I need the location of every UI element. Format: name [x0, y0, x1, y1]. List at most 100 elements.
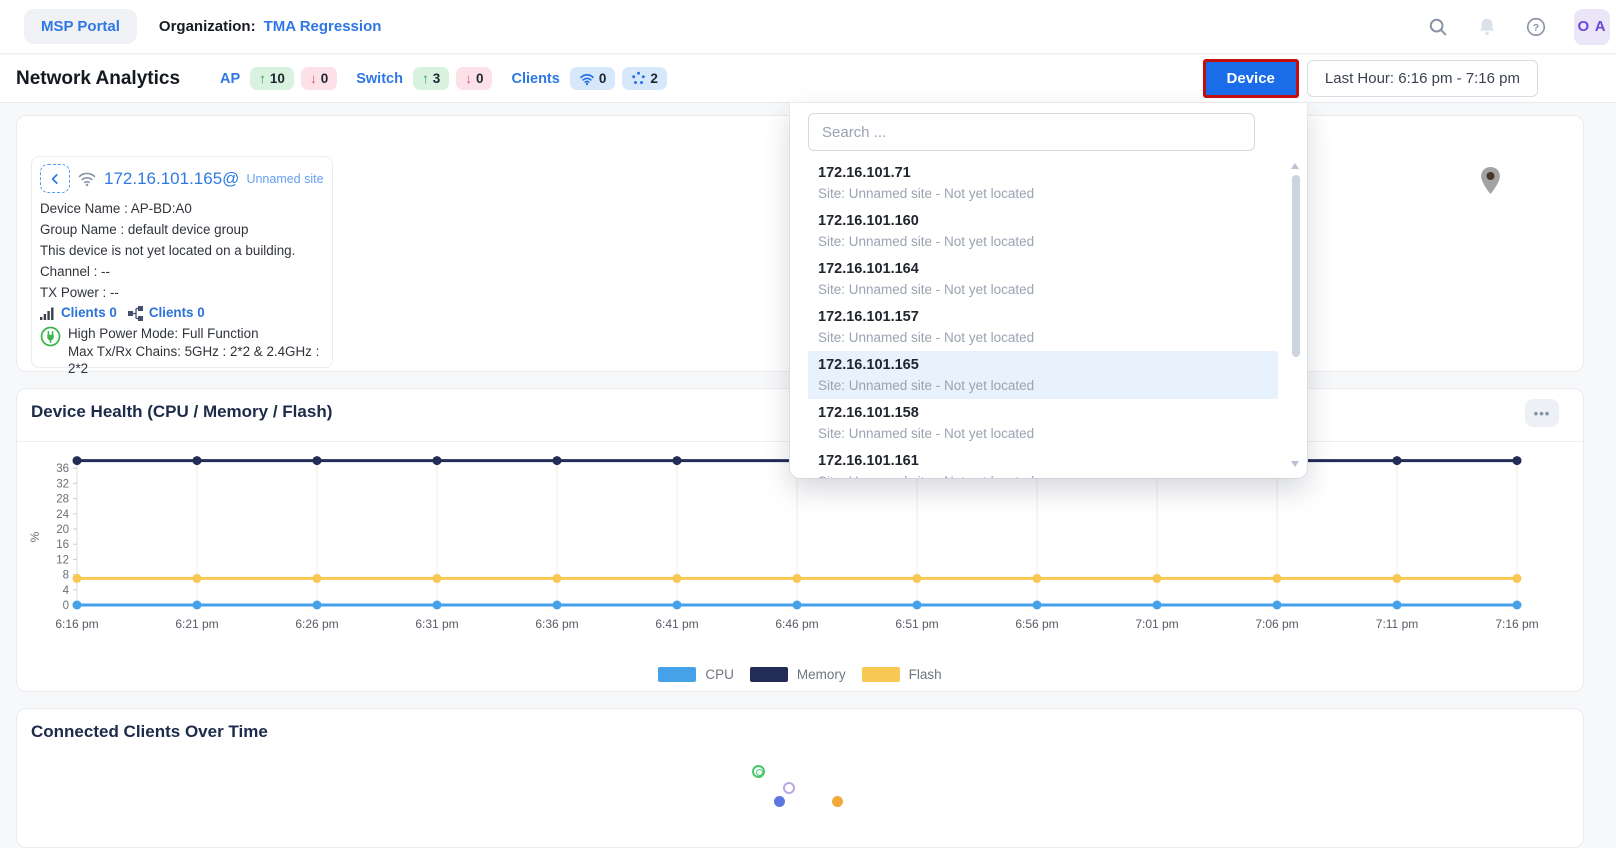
svg-text:8: 8	[63, 570, 69, 582]
svg-text:6:21 pm: 6:21 pm	[175, 617, 218, 631]
device-list-item-site: Site: Unnamed site - Not yet located	[818, 184, 1268, 203]
top-bar: MSP Portal Organization: TMA Regression …	[0, 0, 1616, 54]
svg-text:6:41 pm: 6:41 pm	[655, 617, 698, 631]
power-mode-text: High Power Mode: Full Function Max Tx/Rx…	[68, 325, 324, 378]
clients-counts-row: Clients 0 Clients 0	[40, 303, 324, 323]
device-list-item-site: Site: Unnamed site - Not yet located	[818, 232, 1268, 251]
switch-label: Switch	[356, 71, 403, 87]
device-ip[interactable]: 172.16.101.165@	[104, 169, 239, 189]
wired-tree-icon	[128, 306, 144, 321]
clients-label: Clients	[511, 71, 559, 87]
legend-label: CPU	[705, 667, 734, 682]
svg-text:?: ?	[1533, 21, 1539, 33]
connected-clients-title: Connected Clients Over Time	[31, 722, 268, 742]
page-title: Network Analytics	[16, 68, 180, 90]
svg-text:6:56 pm: 6:56 pm	[1015, 617, 1058, 631]
legend-item[interactable]: CPU	[658, 667, 734, 682]
device-health-title: Device Health (CPU / Memory / Flash)	[31, 402, 332, 422]
device-name-line: Device Name : AP-BD:A0	[40, 198, 324, 219]
toolbar-right-controls: Device Last Hour: 6:16 pm - 7:16 pm	[1203, 59, 1538, 98]
legend-label: Memory	[797, 667, 846, 682]
power-plug-icon	[40, 326, 61, 347]
device-info-panel: 172.16.101.165@ Unnamed site Device Name…	[31, 156, 333, 368]
svg-text:7:16 pm: 7:16 pm	[1495, 617, 1538, 631]
signal-bars-icon	[40, 307, 56, 320]
mesh-cluster-icon	[631, 71, 646, 86]
location-note-line: This device is not yet located on a buil…	[40, 240, 324, 261]
legend-item[interactable]: Flash	[862, 667, 942, 682]
wired-clients-link[interactable]: Clients 0	[149, 303, 205, 323]
organization-label: Organization:	[159, 18, 256, 35]
svg-text:7:06 pm: 7:06 pm	[1255, 617, 1298, 631]
device-selector-button[interactable]: Device	[1203, 59, 1299, 98]
user-avatar[interactable]: O A	[1574, 9, 1610, 45]
connected-clients-card: Connected Clients Over Time	[16, 708, 1584, 848]
device-list-item-site: Site: Unnamed site - Not yet located	[818, 280, 1268, 299]
svg-text:12: 12	[56, 554, 69, 566]
svg-text:28: 28	[56, 494, 69, 506]
device-search-input[interactable]	[808, 113, 1255, 151]
arrow-up-icon: ↑	[422, 71, 429, 86]
time-range-selector[interactable]: Last Hour: 6:16 pm - 7:16 pm	[1307, 60, 1538, 97]
search-icon[interactable]	[1427, 16, 1449, 38]
map-location-pin-icon[interactable]	[1478, 166, 1503, 201]
organization-name[interactable]: TMA Regression	[264, 18, 382, 35]
clients-wired-badge: 2	[622, 67, 667, 90]
device-stats: AP ↑ 10 ↓ 0 Switch ↑ 3 ↓ 0 Clients 0	[208, 67, 667, 90]
switch-up-badge: ↑ 3	[413, 67, 449, 90]
more-options-button[interactable]: •••	[1525, 399, 1559, 427]
legend-swatch	[750, 667, 788, 682]
device-list-item-ip: 172.16.101.71	[818, 163, 1268, 183]
spinner-dot-purple	[783, 782, 795, 794]
chevron-left-icon	[48, 172, 62, 186]
device-list-item-site: Site: Unnamed site - Not yet located	[818, 376, 1268, 395]
device-list-item[interactable]: 172.16.101.158 Site: Unnamed site - Not …	[808, 399, 1278, 447]
svg-text:6:36 pm: 6:36 pm	[535, 617, 578, 631]
device-list-item-ip: 172.16.101.160	[818, 211, 1268, 231]
legend-label: Flash	[909, 667, 942, 682]
power-mode-line: High Power Mode: Full Function	[68, 325, 324, 343]
analytics-toolbar: Network Analytics AP ↑ 10 ↓ 0 Switch ↑ 3…	[0, 55, 1616, 103]
device-list-item[interactable]: 172.16.101.157 Site: Unnamed site - Not …	[808, 303, 1278, 351]
scrollbar-down-arrow[interactable]	[1291, 461, 1299, 467]
device-site-name: Unnamed site	[246, 172, 323, 186]
arrow-down-icon: ↓	[310, 71, 317, 86]
svg-text:%: %	[28, 531, 42, 542]
chart-legend: CPU Memory Flash	[17, 667, 1583, 682]
arrow-up-icon: ↑	[259, 71, 266, 86]
device-list-item[interactable]: 172.16.101.71 Site: Unnamed site - Not y…	[808, 159, 1278, 207]
help-icon[interactable]: ?	[1525, 16, 1547, 38]
svg-text:6:26 pm: 6:26 pm	[295, 617, 338, 631]
svg-text:20: 20	[56, 524, 69, 536]
ap-wifi-icon	[77, 170, 97, 187]
clients-wifi-badge: 0	[570, 67, 616, 90]
svg-text:36: 36	[56, 463, 69, 475]
msp-portal-button[interactable]: MSP Portal	[24, 9, 137, 44]
device-dropdown-panel: 172.16.101.71 Site: Unnamed site - Not y…	[790, 103, 1307, 478]
wireless-clients-link[interactable]: Clients 0	[61, 303, 117, 323]
device-list-item[interactable]: 172.16.101.164 Site: Unnamed site - Not …	[808, 255, 1278, 303]
svg-text:16: 16	[56, 539, 69, 551]
svg-text:6:51 pm: 6:51 pm	[895, 617, 938, 631]
channel-line: Channel : --	[40, 261, 324, 282]
svg-text:7:11 pm: 7:11 pm	[1376, 617, 1418, 631]
device-list-item-ip: 172.16.101.158	[818, 403, 1268, 423]
notifications-bell-icon[interactable]	[1476, 16, 1498, 38]
arrow-down-icon: ↓	[465, 71, 472, 86]
device-list-item-site: Site: Unnamed site - Not yet located	[818, 424, 1268, 443]
back-button[interactable]	[40, 164, 70, 193]
scrollbar-up-arrow[interactable]	[1291, 163, 1299, 169]
max-chains-line: Max Tx/Rx Chains: 5GHz : 2*2 & 2.4GHz : …	[68, 343, 324, 378]
scrollbar-thumb[interactable]	[1292, 175, 1300, 357]
svg-text:7:01 pm: 7:01 pm	[1135, 617, 1178, 631]
legend-item[interactable]: Memory	[750, 667, 846, 682]
device-list-item[interactable]: 172.16.101.161 Site: Unnamed site - Not …	[808, 447, 1278, 478]
device-list-item[interactable]: 172.16.101.165 Site: Unnamed site - Not …	[808, 351, 1278, 399]
ap-up-badge: ↑ 10	[250, 67, 294, 90]
switch-down-badge: ↓ 0	[456, 67, 492, 90]
svg-text:6:16 pm: 6:16 pm	[55, 617, 98, 631]
device-info-header: 172.16.101.165@ Unnamed site	[40, 164, 324, 193]
spinner-dot-green	[752, 765, 765, 778]
svg-text:0: 0	[63, 600, 69, 612]
device-list-item[interactable]: 172.16.101.160 Site: Unnamed site - Not …	[808, 207, 1278, 255]
